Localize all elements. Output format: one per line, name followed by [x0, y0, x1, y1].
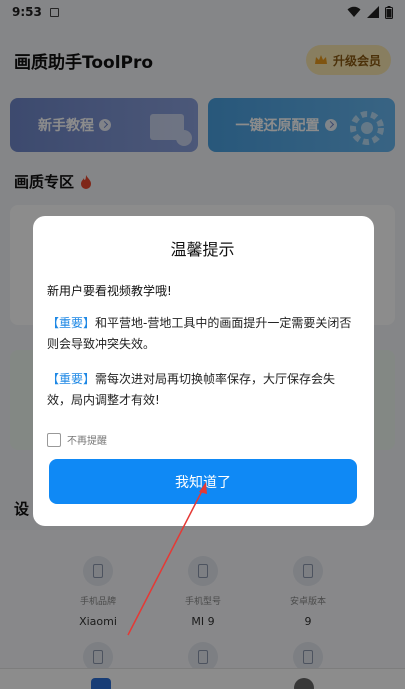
- dialog-intro: 新用户要看视频教学哦!: [47, 284, 172, 298]
- dont-remind-row[interactable]: 不再提醒: [47, 432, 107, 447]
- dialog-notice-1: 【重要】和平营地-营地工具中的画面提升一定需要关闭否则会导致冲突失效。: [47, 316, 352, 351]
- important-tag: 【重要】: [47, 316, 96, 330]
- dont-remind-checkbox[interactable]: [47, 432, 61, 447]
- dialog-title: 温馨提示: [170, 240, 235, 259]
- notice-dialog: 温馨提示 新用户要看视频教学哦! 【重要】和平营地-营地工具中的画面提升一定需要…: [33, 216, 374, 526]
- got-it-button[interactable]: 我知道了: [49, 459, 357, 504]
- dialog-notice-2: 【重要】需每次进对局再切换帧率保存，大厅保存会失效，局内调整才有效!: [47, 372, 336, 407]
- important-tag: 【重要】: [47, 372, 96, 386]
- dont-remind-label: 不再提醒: [67, 436, 107, 447]
